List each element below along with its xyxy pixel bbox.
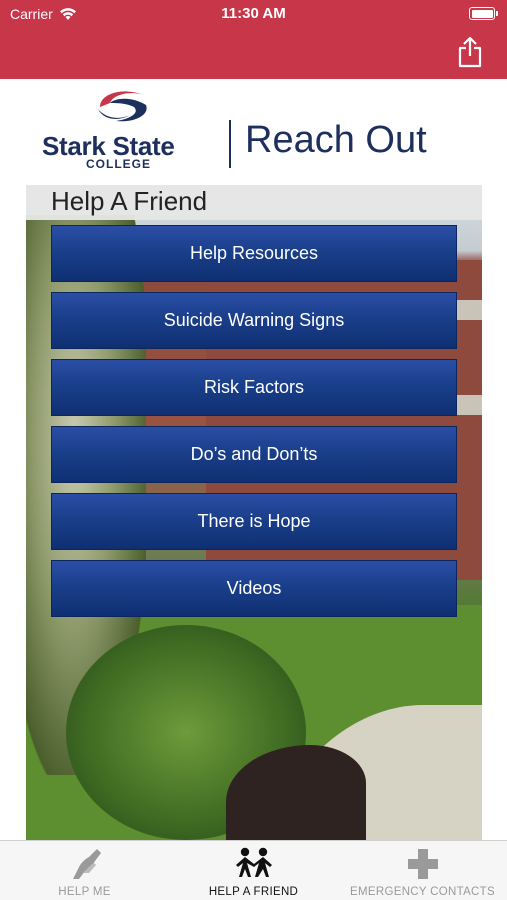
tab-bar: HELP ME HELP A FRIEND EMERGENCY CONTACTS bbox=[0, 840, 507, 900]
status-bar: Carrier 11:30 AM bbox=[0, 0, 507, 30]
app-header: Stark State COLLEGE Reach Out bbox=[0, 79, 507, 185]
share-icon[interactable] bbox=[457, 36, 483, 68]
two-people-icon bbox=[235, 847, 272, 877]
main-content: Help A Friend Help Resources Suicide War… bbox=[26, 185, 482, 840]
battery-icon bbox=[469, 7, 498, 20]
tab-help-me[interactable]: HELP ME bbox=[0, 841, 169, 900]
medical-cross-icon bbox=[407, 849, 438, 879]
college-subtitle: COLLEGE bbox=[86, 157, 152, 171]
tab-emergency-contacts[interactable]: EMERGENCY CONTACTS bbox=[338, 841, 507, 900]
help-a-friend-menu: Help Resources Suicide Warning Signs Ris… bbox=[51, 225, 457, 627]
tab-help-me-label: HELP ME bbox=[58, 886, 111, 898]
status-time: 11:30 AM bbox=[221, 5, 286, 22]
tab-emergency-contacts-label: EMERGENCY CONTACTS bbox=[350, 886, 495, 898]
logo-divider bbox=[229, 120, 231, 168]
there-is-hope-button[interactable]: There is Hope bbox=[51, 493, 457, 550]
app-title: Reach Out bbox=[245, 119, 427, 161]
videos-button[interactable]: Videos bbox=[51, 560, 457, 617]
tab-help-a-friend[interactable]: HELP A FRIEND bbox=[169, 841, 338, 900]
suicide-warning-signs-button[interactable]: Suicide Warning Signs bbox=[51, 292, 457, 349]
dos-and-donts-button[interactable]: Do’s and Don’ts bbox=[51, 426, 457, 483]
helping-hands-icon bbox=[72, 849, 101, 879]
navigation-bar: Carrier 11:30 AM bbox=[0, 0, 507, 79]
help-resources-button[interactable]: Help Resources bbox=[51, 225, 457, 282]
college-logo-icon bbox=[98, 91, 147, 122]
section-title: Help A Friend bbox=[26, 185, 482, 220]
risk-factors-button[interactable]: Risk Factors bbox=[51, 359, 457, 416]
tab-help-a-friend-label: HELP A FRIEND bbox=[208, 886, 299, 898]
